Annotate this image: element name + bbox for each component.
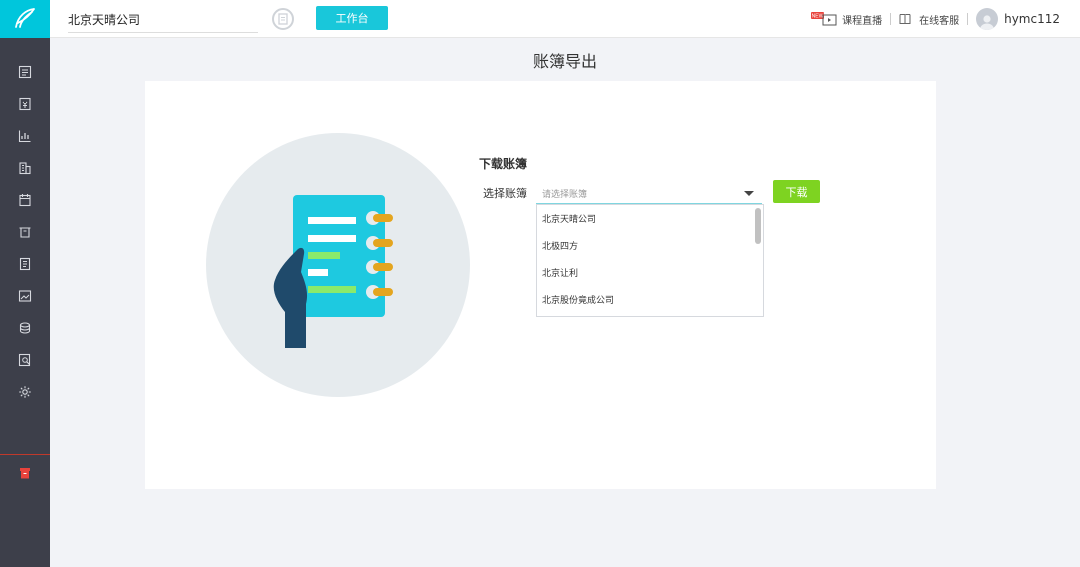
company-name-field[interactable]: 北京天晴公司 (68, 11, 258, 33)
username: hymc112 (1004, 12, 1060, 26)
ledger-icon (19, 97, 31, 111)
sidebar-item-assets[interactable] (0, 152, 50, 184)
select-ledger-label: 选择账簿 (483, 187, 527, 200)
ledger-select[interactable]: 请选择账簿 (536, 182, 762, 204)
user-menu[interactable]: hymc112 (976, 8, 1060, 30)
live-course-link[interactable]: NEW 课程直播 (811, 12, 882, 27)
sidebar-item-audit[interactable] (0, 344, 50, 376)
chart-icon (18, 130, 31, 143)
sidebar-item-report[interactable] (0, 248, 50, 280)
vouchers-icon (18, 65, 32, 79)
online-service-link[interactable]: 在线客服 (899, 12, 959, 27)
document-icon (278, 13, 288, 25)
sidebar-item-trash[interactable] (0, 457, 50, 489)
sidebar-item-settings[interactable] (0, 376, 50, 408)
building-icon (19, 162, 31, 175)
dropdown-option[interactable]: 北京天晴公司 (537, 207, 763, 234)
tray-icon (19, 227, 31, 238)
gear-icon (19, 386, 31, 398)
report-icon (19, 257, 31, 271)
feather-logo-icon (15, 8, 35, 28)
sidebar-item-tray[interactable] (0, 216, 50, 248)
sidebar-item-vouchers[interactable] (0, 56, 50, 88)
user-icon (980, 15, 995, 30)
sidebar-item-calendar[interactable] (0, 184, 50, 216)
book-icon (899, 14, 911, 24)
export-card: 下载账簿 选择账簿 请选择账簿 下载 北京天晴公司 北极四方 北京让利 北京股份… (145, 81, 936, 489)
live-course-label: 课程直播 (842, 15, 883, 27)
sidebar-divider (0, 454, 50, 455)
sidebar-item-images[interactable] (0, 280, 50, 312)
trash-icon (20, 468, 30, 479)
new-badge: NEW (812, 14, 824, 20)
dropdown-scrollbar[interactable] (755, 208, 761, 244)
topbar: 北京天晴公司 工作台 NEW 课程直播 在线客服 hymc112 (50, 0, 1080, 38)
divider (967, 13, 969, 25)
sidebar-item-coins[interactable] (0, 312, 50, 344)
ledger-dropdown: 北京天晴公司 北极四方 北京让利 北京股份竟成公司 (536, 204, 764, 317)
logo[interactable] (0, 0, 50, 38)
divider (890, 13, 892, 25)
sidebar-item-ledger[interactable] (0, 88, 50, 120)
calendar-icon (19, 194, 31, 207)
online-service-label: 在线客服 (919, 15, 960, 27)
dropdown-option[interactable]: 北极四方 (537, 234, 763, 261)
page-title: 账簿导出 (532, 52, 597, 71)
coins-icon (19, 322, 31, 334)
search-doc-icon (18, 353, 31, 367)
sidebar (0, 0, 50, 567)
workbench-button[interactable]: 工作台 (316, 6, 388, 30)
download-button[interactable]: 下载 (773, 180, 820, 203)
dropdown-option[interactable]: 北京股份竟成公司 (537, 288, 763, 315)
sidebar-item-reports[interactable] (0, 120, 50, 152)
select-placeholder: 请选择账簿 (542, 190, 588, 200)
ledger-illustration (206, 133, 470, 397)
dropdown-option[interactable]: 北京让利 (537, 261, 763, 288)
avatar (976, 8, 999, 30)
live-tv-icon: NEW (811, 12, 837, 26)
image-icon (18, 290, 32, 302)
section-title: 下载账簿 (479, 157, 528, 171)
caret-down-icon[interactable] (744, 191, 754, 196)
document-button[interactable] (272, 8, 294, 30)
